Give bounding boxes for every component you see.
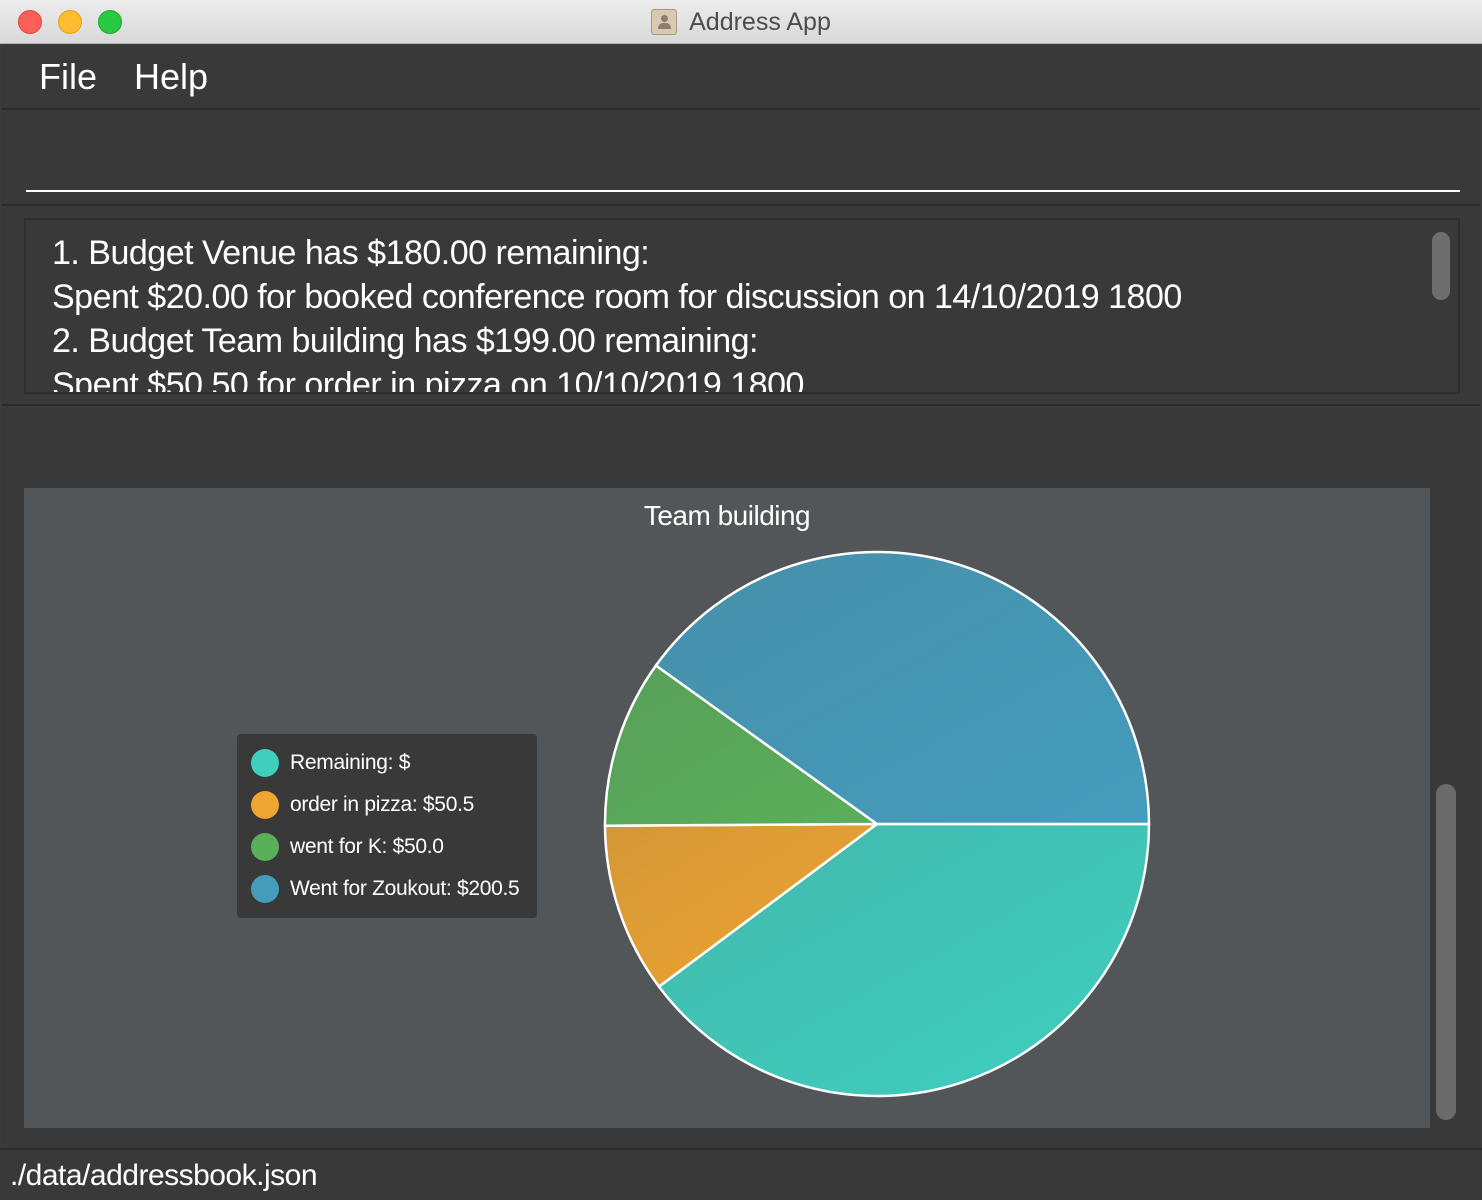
command-input[interactable] [26,130,1460,192]
window-title: Address App [689,7,831,36]
result-display[interactable]: 1. Budget Venue has $180.00 remaining: S… [24,218,1460,394]
menu-help[interactable]: Help [134,56,208,98]
menu-file[interactable]: File [39,56,97,98]
chart-legend: Remaining: $ order in pizza: $50.5 went fo… [237,734,537,918]
legend-label: Went for Zoukout: $200.5 [290,877,520,900]
pie-chart-svg [603,550,1151,1098]
legend-item: Remaining: $ [251,748,410,778]
legend-swatch [251,875,279,903]
panel-scrollbar-thumb[interactable] [1436,784,1456,1120]
menu-bar: File Help [2,44,1480,110]
legend-swatch [251,833,279,861]
result-display-area: 1. Budget Venue has $180.00 remaining: S… [2,206,1480,406]
pie-chart: Team building Remaining: $ order in pizza… [24,488,1430,1128]
legend-label: went for K: $50.0 [290,835,444,858]
status-bar: ./data/addressbook.json [0,1148,1482,1200]
legend-swatch [251,791,279,819]
legend-swatch [251,749,279,777]
result-line: Spent $50.50 for order in pizza on 10/10… [52,366,804,394]
command-box-area [2,110,1480,206]
title-bar: Address App [0,0,1482,44]
legend-label: Remaining: $ [290,751,411,774]
result-line: 2. Budget Team building has $199.00 rema… [52,322,759,360]
legend-item: order in pizza: $50.5 [251,790,474,820]
result-line: Spent $20.00 for booked conference room … [52,278,1182,316]
result-scrollbar-thumb[interactable] [1432,232,1450,300]
result-line: 1. Budget Venue has $180.00 remaining: [52,234,650,272]
address-book-icon [651,9,678,35]
legend-item: Went for Zoukout: $200.5 [251,874,520,904]
panel-header [24,428,1430,488]
window-title-group: Address App [0,0,1482,44]
legend-item: went for K: $50.0 [251,832,444,862]
save-location: ./data/addressbook.json [10,1159,318,1192]
app-window: Address App File Help 1. Budget Venue ha… [0,0,1482,1200]
legend-label: order in pizza: $50.5 [290,793,474,816]
budget-panel: Team building Remaining: $ order in pizza… [2,408,1480,1148]
